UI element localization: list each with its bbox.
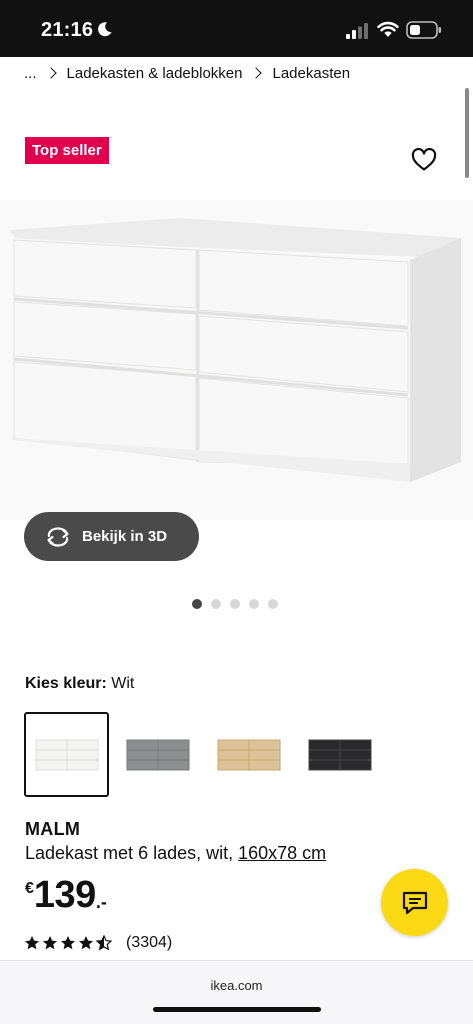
carousel-dot[interactable] — [249, 599, 259, 609]
carousel-dot[interactable] — [230, 599, 240, 609]
chevron-right-icon — [250, 67, 263, 79]
chat-button[interactable] — [381, 869, 448, 936]
star-icon — [25, 936, 39, 950]
color-selector-title: Kies kleur: Wit — [25, 675, 134, 693]
dresser-thumbnail-grijs — [126, 739, 189, 770]
browser-address-bar[interactable]: ikea.com — [0, 960, 473, 1024]
carousel-dot[interactable] — [211, 599, 221, 609]
swatch-zwart[interactable] — [297, 712, 382, 797]
review-count[interactable]: (3304) — [126, 934, 172, 952]
breadcrumb-item-ladekasten-ladeblokken[interactable]: Ladekasten & ladeblokken — [67, 65, 243, 82]
swatch-grijs[interactable] — [115, 712, 200, 797]
price-amount: 139 — [33, 874, 96, 916]
view-in-3d-button[interactable]: Bekijk in 3D — [24, 512, 199, 561]
carousel-dot[interactable] — [192, 599, 202, 609]
product-description: Ladekast met 6 lades, wit, 160x78 cm — [25, 843, 326, 864]
view-in-3d-label: Bekijk in 3D — [82, 528, 168, 545]
moon-icon — [98, 22, 112, 37]
heart-icon[interactable] — [411, 148, 437, 172]
status-bar: 21:16 — [0, 0, 473, 57]
wifi-icon — [377, 21, 399, 37]
selected-color-value: Wit — [111, 675, 135, 692]
product-rating[interactable]: (3304) — [24, 934, 172, 952]
rotate-3d-icon — [47, 526, 69, 547]
star-icon — [61, 936, 75, 950]
product-description-text: Ladekast met 6 lades, wit, — [25, 843, 234, 863]
carousel-dot[interactable] — [268, 599, 278, 609]
dresser-thumbnail-eiken — [217, 739, 280, 770]
product-price: € 139 .- — [25, 873, 107, 917]
top-seller-badge: Top seller — [25, 137, 109, 164]
color-swatches — [24, 712, 382, 797]
url-label[interactable]: ikea.com — [0, 978, 473, 993]
dresser-thumbnail-zwart — [308, 739, 371, 770]
half-star-icon — [96, 935, 112, 951]
signal-icon — [346, 23, 368, 39]
dresser-thumbnail-wit — [35, 739, 98, 770]
battery-icon — [406, 21, 441, 39]
price-suffix: .- — [95, 892, 107, 912]
breadcrumb-ellipsis[interactable]: ... — [24, 65, 37, 82]
scroll-indicator[interactable] — [465, 88, 469, 178]
swatch-wit[interactable] — [24, 712, 109, 797]
product-dimensions-link[interactable]: 160x78 cm — [238, 843, 326, 863]
swatch-eiken[interactable] — [206, 712, 291, 797]
star-icon — [79, 936, 93, 950]
image-carousel-dots — [192, 599, 278, 609]
star-icon — [43, 936, 57, 950]
color-selector-label: Kies kleur: — [25, 675, 107, 692]
chevron-right-icon — [44, 67, 57, 79]
home-indicator — [153, 1007, 321, 1012]
breadcrumb-item-ladekasten[interactable]: Ladekasten — [272, 65, 350, 82]
product-name: MALM — [25, 819, 81, 839]
breadcrumb: ... Ladekasten & ladeblokken Ladekasten — [24, 62, 350, 84]
chat-icon — [402, 891, 427, 914]
product-image[interactable] — [0, 200, 473, 520]
price-currency: € — [25, 880, 34, 897]
status-time: 21:16 — [41, 19, 94, 41]
